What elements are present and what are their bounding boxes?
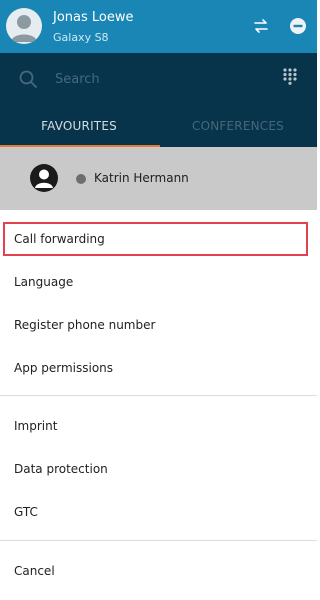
user-device: Galaxy S8 xyxy=(53,31,109,44)
contact-avatar-icon xyxy=(30,164,58,192)
menu-item-language[interactable]: Language xyxy=(14,267,304,297)
menu-item-data-protection[interactable]: Data protection xyxy=(14,454,304,484)
favourite-list-item[interactable]: Katrin Hermann xyxy=(0,147,317,210)
menu-item-gtc[interactable]: GTC xyxy=(14,497,304,527)
contact-name: Katrin Hermann xyxy=(94,171,189,185)
dialpad-icon[interactable] xyxy=(283,68,297,85)
tab-favourites[interactable]: FAVOURITES xyxy=(0,105,158,147)
tab-bar: FAVOURITES CONFERENCES xyxy=(0,105,317,147)
menu-divider xyxy=(0,395,317,396)
search-icon[interactable] xyxy=(18,69,38,89)
user-avatar-icon[interactable] xyxy=(6,8,42,44)
tab-conferences[interactable]: CONFERENCES xyxy=(159,105,317,147)
user-name: Jonas Loewe xyxy=(53,10,134,25)
minus-circle-icon[interactable] xyxy=(289,17,307,35)
menu-item-imprint[interactable]: Imprint xyxy=(14,411,304,441)
top-bar: Jonas Loewe Galaxy S8 xyxy=(0,0,317,53)
presence-dot-icon xyxy=(76,174,86,184)
menu-item-cancel[interactable]: Cancel xyxy=(14,556,304,586)
switch-arrows-icon[interactable] xyxy=(252,17,270,35)
menu-item-register-phone-number[interactable]: Register phone number xyxy=(14,310,304,340)
menu-divider xyxy=(0,540,317,541)
bottom-sheet-menu: Call forwarding Language Register phone … xyxy=(0,210,317,600)
selection-highlight xyxy=(3,222,308,256)
search-bar: Search xyxy=(0,53,317,105)
search-input[interactable]: Search xyxy=(55,72,100,87)
menu-item-app-permissions[interactable]: App permissions xyxy=(14,353,304,383)
